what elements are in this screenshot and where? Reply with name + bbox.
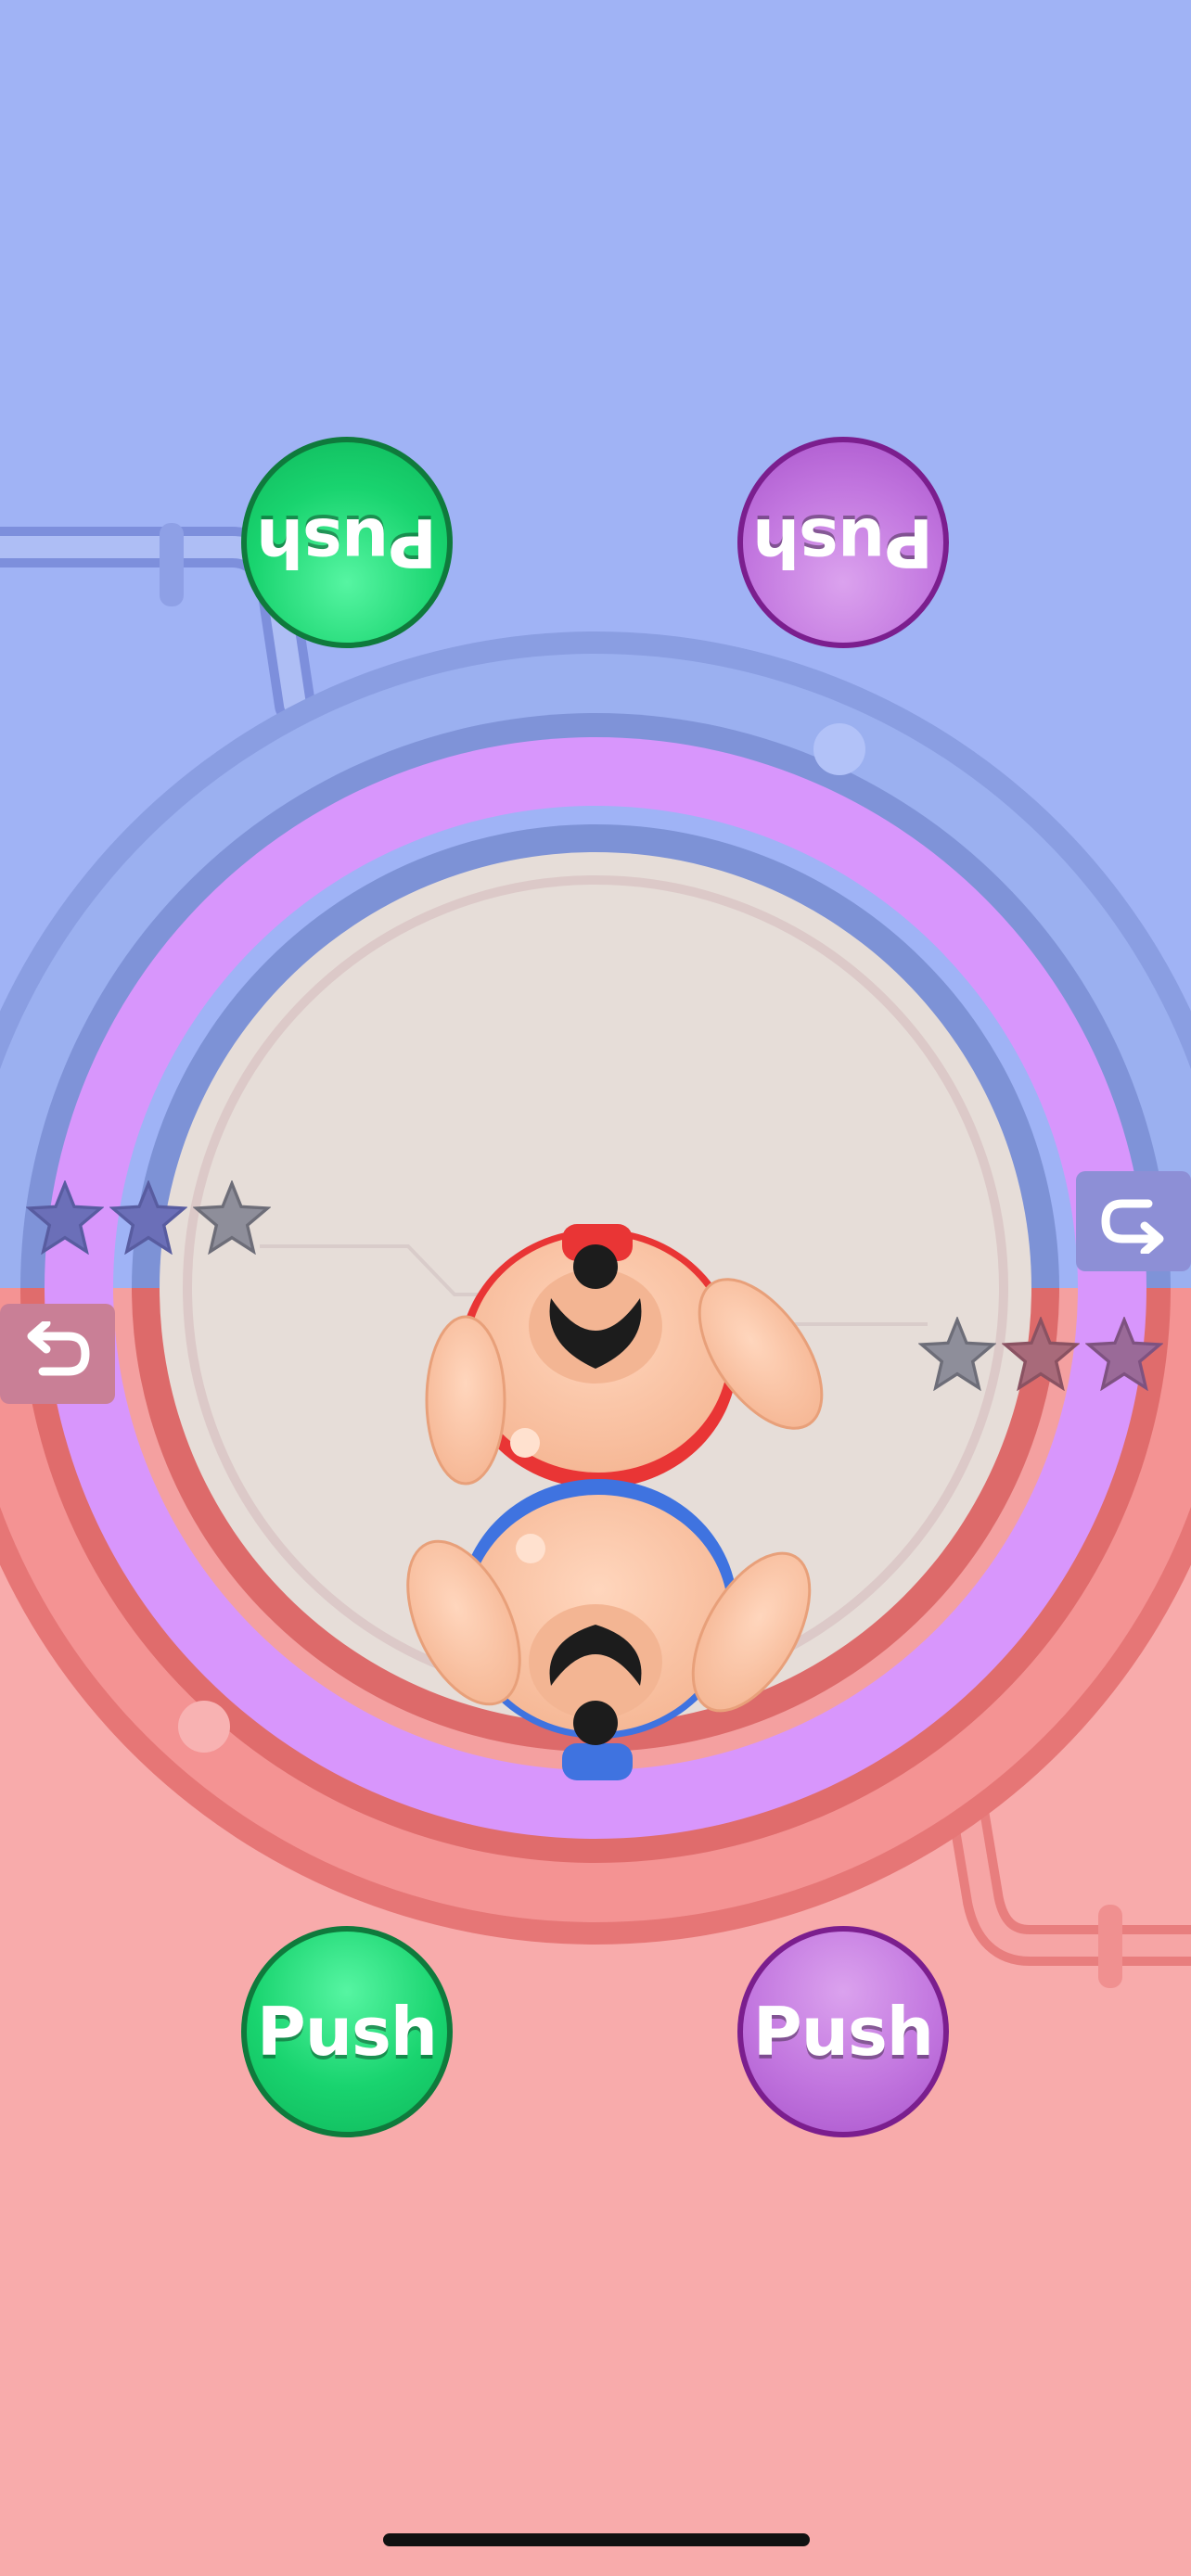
star-icon	[26, 1180, 104, 1255]
bottom-push-green-button[interactable]: Push	[241, 1926, 453, 2137]
bottom-push-purple-button[interactable]: Push	[737, 1926, 949, 2137]
undo-arrow-icon	[1101, 1199, 1164, 1254]
undo-arrow-icon	[27, 1321, 90, 1376]
bottom-undo-button[interactable]	[0, 1304, 115, 1404]
star-icon	[109, 1180, 187, 1255]
star-icon	[1002, 1317, 1080, 1391]
star-icon	[918, 1317, 996, 1391]
top-player-stars	[26, 1180, 271, 1255]
bottom-player-stars	[918, 1317, 1163, 1391]
top-push-purple-button[interactable]: Push	[737, 437, 949, 648]
top-undo-button[interactable]	[1076, 1171, 1191, 1271]
bottom-pipe	[944, 1769, 1191, 1988]
top-push-green-button[interactable]: Push	[241, 437, 453, 648]
star-icon	[193, 1180, 271, 1255]
arena-scene	[0, 523, 1191, 1988]
star-icon	[1085, 1317, 1163, 1391]
home-indicator[interactable]	[383, 2533, 810, 2546]
